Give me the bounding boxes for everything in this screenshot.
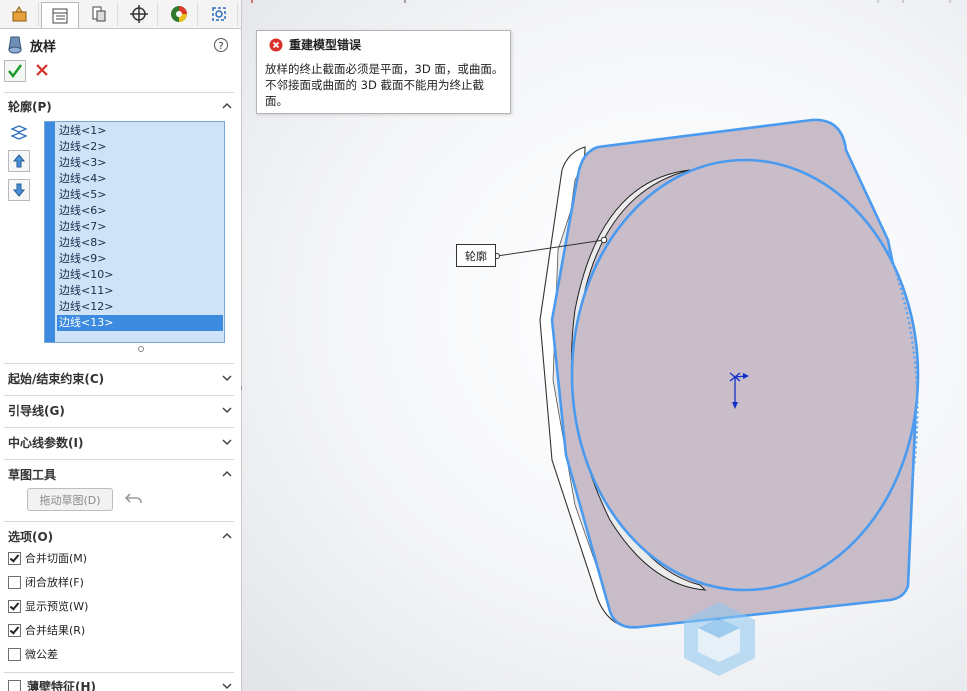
rebuild-error-tooltip: 重建模型错误 放样的终止截面必须是平面，3D 面，或曲面。不邻接面或曲面的 3D… — [256, 30, 511, 114]
profile-list-item[interactable]: 边线<10> — [57, 267, 223, 283]
cam-icon — [212, 7, 226, 21]
section-thin-header[interactable]: 薄壁特征(H) — [0, 674, 241, 691]
divider — [4, 459, 234, 460]
profile-list-item[interactable]: 边线<6> — [57, 203, 223, 219]
section-options-header[interactable]: 选项(O) — [0, 524, 241, 548]
section-guide-header[interactable]: 引导线(G) — [0, 398, 241, 422]
section-sketch-tools-title: 草图工具 — [8, 467, 57, 482]
feature-tree-icon — [12, 6, 27, 22]
section-thin-title: 薄壁特征(H) — [27, 679, 97, 691]
feature-title-text: 放样 — [30, 39, 57, 55]
chevron-down-icon — [222, 375, 232, 382]
thin-feature-checkbox[interactable] — [8, 679, 21, 691]
chevron-down-icon — [222, 407, 232, 414]
option-label: 显示预览(W) — [25, 600, 89, 613]
section-centerline-title: 中心线参数(I) — [8, 435, 84, 450]
arrow-down-icon — [12, 183, 26, 197]
profile-list-item[interactable]: 边线<7> — [57, 219, 223, 235]
configuration-icon — [92, 6, 106, 22]
divider — [4, 363, 234, 364]
section-profile-title: 轮廓(P) — [8, 99, 52, 114]
arrow-up-icon — [12, 154, 26, 168]
profile-icon — [10, 125, 28, 140]
profile-selector-button[interactable] — [8, 121, 30, 143]
ok-button[interactable] — [4, 60, 26, 82]
chevron-down-icon — [222, 683, 232, 690]
section-profile-header[interactable]: 轮廓(P) — [0, 94, 241, 118]
profile-items: 边线<1> 边线<2> 边线<3> 边线<4> 边线<5> 边线<6> 边线<7> 边线<8>… — [57, 123, 223, 331]
option-checkbox[interactable] — [8, 575, 21, 589]
divider — [4, 92, 234, 93]
manager-tab-bar — [0, 0, 241, 29]
option-row[interactable]: 微公差 — [8, 646, 58, 662]
profile-callout[interactable]: 轮廓 — [456, 244, 496, 267]
profile-list[interactable]: 边线<1> 边线<2> 边线<3> 边线<4> 边线<5> 边线<6> 边线<7> 边线<8>… — [44, 121, 225, 343]
property-manager-panel: 放样 ? 轮廓(P) 边线<1> 边线<2> 边线<3> 边线<4> 边线<5>… — [0, 0, 242, 691]
option-label: 闭合放样(F) — [25, 576, 84, 589]
help-icon: ? — [214, 38, 228, 52]
checkmark-icon — [8, 64, 23, 79]
list-resize-handle[interactable] — [137, 345, 145, 353]
error-message: 放样的终止截面必须是平面，3D 面，或曲面。不邻接面或曲面的 3D 截面不能用为… — [265, 62, 504, 108]
option-checkbox[interactable] — [8, 623, 21, 637]
profile-list-item[interactable]: 边线<4> — [57, 171, 223, 187]
section-guide-title: 引导线(G) — [8, 403, 65, 418]
chevron-up-icon — [222, 102, 232, 109]
section-start-end-title: 起始/结束约束(C) — [8, 371, 105, 386]
section-thin-label: 薄壁特征(H) — [8, 678, 96, 691]
option-checkbox[interactable] — [8, 551, 21, 565]
tab-configuration-manager[interactable] — [81, 2, 118, 26]
svg-text:?: ? — [218, 41, 223, 52]
tab-feature-manager[interactable] — [2, 2, 39, 26]
tab-property-manager[interactable] — [41, 2, 79, 28]
profile-list-item[interactable]: 边线<9> — [57, 251, 223, 267]
profile-list-item[interactable]: 边线<8> — [57, 235, 223, 251]
error-icon — [269, 38, 283, 52]
option-label: 合并切面(M) — [25, 552, 88, 565]
chevron-up-icon — [222, 532, 232, 539]
option-row[interactable]: 合并结果(R) — [8, 622, 85, 638]
profile-list-item[interactable]: 边线<11> — [57, 283, 223, 299]
property-manager-icon — [52, 8, 68, 23]
option-label: 合并结果(R) — [25, 624, 86, 637]
divider — [4, 395, 234, 396]
profile-list-item[interactable]: 边线<3> — [57, 155, 223, 171]
section-options-title: 选项(O) — [8, 529, 54, 544]
profile-list-item[interactable]: 边线<13> — [57, 315, 223, 331]
section-sketch-tools-header[interactable]: 草图工具 — [0, 462, 241, 486]
divider — [4, 521, 234, 522]
option-checkbox[interactable] — [8, 647, 21, 661]
crosshair-icon — [130, 5, 148, 23]
loft-icon — [8, 36, 22, 54]
option-row[interactable]: 闭合放样(F) — [8, 574, 84, 590]
tab-display-manager[interactable] — [161, 2, 198, 26]
chevron-down-icon — [222, 439, 232, 446]
section-centerline-header[interactable]: 中心线参数(I) — [0, 430, 241, 454]
move-up-button[interactable] — [8, 150, 30, 172]
section-start-end-header[interactable]: 起始/结束约束(C) — [0, 366, 241, 390]
option-label: 微公差 — [25, 648, 58, 661]
profile-list-item[interactable]: 边线<2> — [57, 139, 223, 155]
option-checkbox[interactable] — [8, 599, 21, 613]
profile-list-item[interactable]: 边线<12> — [57, 299, 223, 315]
chevron-up-icon — [222, 470, 232, 477]
selection-bar — [45, 122, 55, 342]
error-title: 重建模型错误 — [289, 38, 362, 52]
divider — [4, 427, 234, 428]
feature-title: 放样 — [6, 35, 56, 55]
profile-list-item[interactable]: 边线<5> — [57, 187, 223, 203]
help-button[interactable]: ? — [213, 37, 229, 56]
close-icon — [36, 64, 48, 76]
option-row[interactable]: 合并切面(M) — [8, 550, 87, 566]
drag-sketch-button[interactable]: 拖动草图(D) — [27, 488, 113, 511]
profile-list-item[interactable]: 边线<1> — [57, 123, 223, 139]
divider — [4, 672, 234, 673]
move-down-button[interactable] — [8, 179, 30, 201]
tab-dimxpert-manager[interactable] — [121, 2, 158, 26]
cancel-button[interactable] — [34, 62, 50, 81]
tab-cam-manager[interactable] — [201, 2, 238, 26]
appearance-icon — [171, 6, 187, 22]
option-row[interactable]: 显示预览(W) — [8, 598, 88, 614]
undo-icon[interactable] — [124, 489, 144, 507]
